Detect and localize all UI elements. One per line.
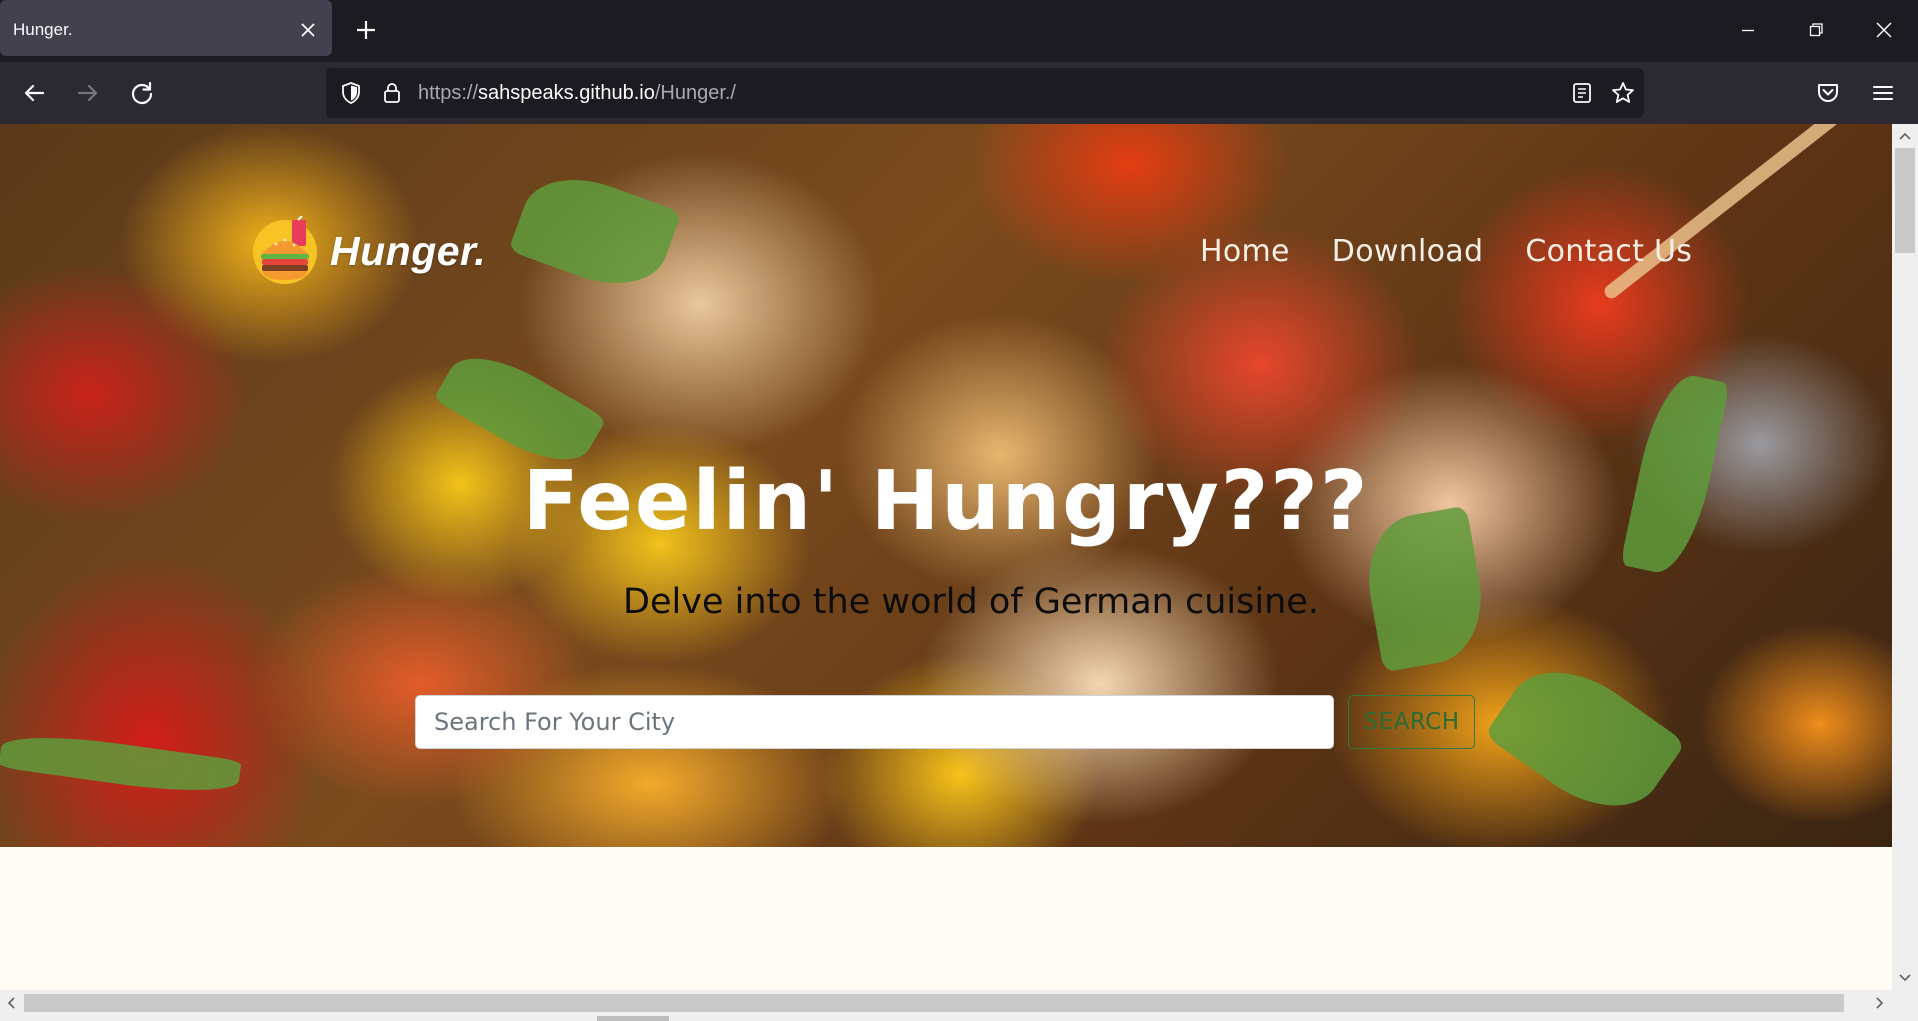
search-button[interactable]: SEARCH [1348, 695, 1475, 749]
vertical-scrollbar-thumb[interactable] [1895, 148, 1915, 253]
scroll-right-arrow-icon[interactable] [1868, 992, 1890, 1014]
arrow-right-icon[interactable] [73, 78, 103, 108]
hamburger-menu-icon[interactable] [1868, 78, 1898, 108]
burger-logo-icon [253, 216, 317, 284]
url-path: /Hunger./ [654, 82, 736, 104]
nav-link-contact-us[interactable]: Contact Us [1525, 234, 1692, 269]
window-close-icon[interactable] [1870, 16, 1898, 44]
browser-toolbar: https://sahspeaks.github.io/Hunger./ [0, 62, 1918, 124]
hero-section: Hunger. Home Download Contact Us Feelin'… [0, 124, 1892, 847]
arrow-left-icon[interactable] [19, 78, 49, 108]
page-viewport: Hunger. Home Download Contact Us Feelin'… [0, 124, 1892, 990]
horizontal-scrollbar-thumb[interactable] [24, 994, 1844, 1012]
reload-icon[interactable] [127, 78, 157, 108]
site-navigation: Home Download Contact Us [1200, 234, 1692, 269]
pocket-icon[interactable] [1813, 78, 1843, 108]
restore-icon[interactable] [1802, 16, 1830, 44]
hero-headline: Feelin' Hungry??? [522, 454, 1370, 549]
address-bar[interactable]: https://sahspeaks.github.io/Hunger./ [326, 68, 1644, 118]
tab-title: Hunger. [13, 20, 73, 39]
bottom-strip-marker [597, 1016, 669, 1021]
star-icon[interactable] [1610, 80, 1636, 106]
shield-icon[interactable] [338, 80, 364, 106]
site-brand[interactable]: Hunger. [250, 216, 486, 286]
bottom-strip [0, 1016, 1892, 1021]
reader-view-icon[interactable] [1570, 81, 1594, 105]
nav-link-download[interactable]: Download [1332, 234, 1484, 269]
browser-tab[interactable]: Hunger. [0, 0, 332, 56]
url-scheme: https:// [418, 82, 479, 104]
hero-subheadline: Delve into the world of German cuisine. [623, 582, 1319, 622]
minimize-icon[interactable] [1734, 16, 1762, 44]
close-icon[interactable] [296, 18, 320, 42]
scroll-left-arrow-icon[interactable] [1, 992, 23, 1014]
url-host: sahspeaks.github.io [478, 82, 655, 104]
city-search-input[interactable] [415, 695, 1334, 749]
browser-tab-strip: Hunger. [0, 0, 1918, 62]
lock-icon[interactable] [379, 80, 405, 106]
scrollbar-corner [1892, 990, 1918, 1021]
scroll-up-arrow-icon[interactable] [1894, 126, 1916, 148]
url-text[interactable]: https://sahspeaks.github.io/Hunger./ [418, 82, 736, 105]
plus-icon[interactable] [352, 16, 380, 44]
brand-name: Hunger. [330, 227, 487, 274]
nav-link-home[interactable]: Home [1200, 234, 1290, 269]
vertical-scrollbar[interactable] [1892, 124, 1918, 990]
scroll-down-arrow-icon[interactable] [1894, 966, 1916, 988]
